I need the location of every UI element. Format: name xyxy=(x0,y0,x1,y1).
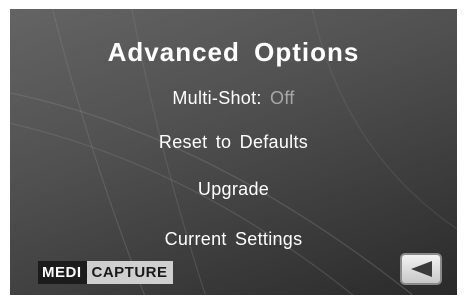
multi-shot-option[interactable]: Multi-Shot: Off xyxy=(10,88,457,109)
upgrade-button[interactable]: Upgrade xyxy=(10,179,457,200)
multi-shot-label: Multi-Shot: xyxy=(172,88,262,108)
left-triangle-icon xyxy=(411,261,432,277)
back-button[interactable] xyxy=(400,253,442,285)
logo-part-capture: CAPTURE xyxy=(86,261,173,284)
screen-title: Advanced Options xyxy=(107,37,360,67)
reset-to-defaults-button[interactable]: Reset to Defaults xyxy=(10,132,457,153)
current-settings-button[interactable]: Current Settings xyxy=(10,229,457,250)
advanced-options-screen: Advanced Options Multi-Shot: Off Reset t… xyxy=(10,9,457,295)
logo-part-medi: MEDI xyxy=(38,261,87,284)
medicapture-logo: MEDI CAPTURE xyxy=(38,261,173,284)
multi-shot-value: Off xyxy=(270,88,295,108)
